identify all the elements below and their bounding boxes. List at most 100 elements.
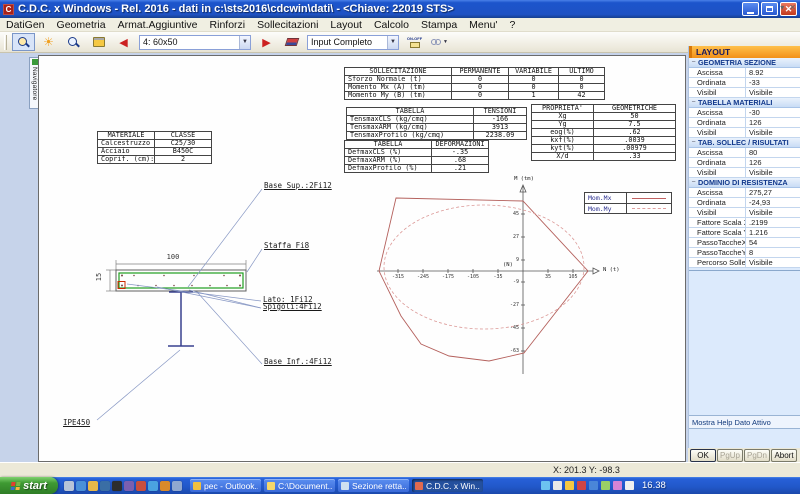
- menu-item[interactable]: Menu': [463, 18, 503, 32]
- quicklaunch-icon[interactable]: [100, 481, 110, 491]
- panel-section-header[interactable]: − TABELLA MATERIALI: [689, 98, 800, 108]
- chevron-down-icon[interactable]: ▼: [239, 36, 250, 49]
- menu-item[interactable]: DatiGen: [0, 18, 51, 32]
- toolbar-grip[interactable]: [4, 35, 7, 50]
- panel-property-row[interactable]: Fattore Scala X .2199: [689, 218, 800, 228]
- zoom-extents-button[interactable]: ☀: [37, 33, 60, 51]
- collapse-icon[interactable]: −: [689, 59, 698, 66]
- property-value[interactable]: .2199: [745, 218, 800, 227]
- property-value[interactable]: 126: [745, 158, 800, 167]
- quicklaunch-icon[interactable]: [76, 481, 86, 491]
- erase-button[interactable]: [280, 33, 303, 51]
- taskbar-window-button[interactable]: pec - Outlook...: [190, 479, 261, 492]
- property-value[interactable]: 8: [745, 248, 800, 257]
- tray-icon[interactable]: [553, 481, 562, 490]
- panel-property-row[interactable]: Ordinata -33: [689, 78, 800, 88]
- drawing-canvas[interactable]: SOLLECITAZIONEPERMANENTEVARIABILEULTIMO …: [38, 55, 686, 462]
- property-value[interactable]: 54: [745, 238, 800, 247]
- panel-section-header[interactable]: − DOMINIO DI RESISTENZA: [689, 178, 800, 188]
- tray-icon[interactable]: [601, 481, 610, 490]
- property-value[interactable]: Visibile: [745, 88, 800, 97]
- panel-property-row[interactable]: Ascissa 275,27: [689, 188, 800, 198]
- menu-item[interactable]: Armat.Aggiuntive: [112, 18, 204, 32]
- taskbar-window-button[interactable]: C:\Document...: [264, 479, 335, 492]
- property-value[interactable]: Visibile: [745, 128, 800, 137]
- menu-item[interactable]: Geometria: [51, 18, 112, 32]
- panel-property-row[interactable]: PassoTaccheX 54: [689, 238, 800, 248]
- quicklaunch-icon[interactable]: [64, 481, 74, 491]
- tray-icon[interactable]: [541, 481, 550, 490]
- property-value[interactable]: -33: [745, 78, 800, 87]
- panel-section-header[interactable]: − TAB. SOLLEC / RISULTATI: [689, 138, 800, 148]
- zoom-window-button[interactable]: [12, 33, 35, 51]
- panel-property-row[interactable]: Ordinata 126: [689, 118, 800, 128]
- panel-property-row[interactable]: Ascissa -30: [689, 108, 800, 118]
- quicklaunch-icon[interactable]: [88, 481, 98, 491]
- panel-button[interactable]: PgDn: [744, 449, 770, 462]
- menu-item[interactable]: Layout: [324, 18, 368, 32]
- panel-property-row[interactable]: Visibil Visibile: [689, 168, 800, 178]
- tray-icon[interactable]: [589, 481, 598, 490]
- menu-item[interactable]: Rinforzi: [204, 18, 252, 32]
- link-options-button[interactable]: ▼: [428, 33, 451, 51]
- panel-property-row[interactable]: Ordinata 126: [689, 158, 800, 168]
- input-mode-selector[interactable]: Input Completo ▼: [307, 35, 399, 50]
- restore-button[interactable]: [761, 2, 778, 16]
- property-value[interactable]: Visibile: [745, 168, 800, 177]
- toolbar-options-icon[interactable]: ▾: [780, 3, 784, 12]
- panel-section-header[interactable]: − GEOMETRIA SEZIONE: [689, 58, 800, 68]
- onoff-toggle-button[interactable]: ON-OFF: [403, 33, 426, 51]
- property-value[interactable]: Visibile: [745, 258, 800, 267]
- quicklaunch-icon[interactable]: [124, 481, 134, 491]
- menubar-close-icon[interactable]: ✕: [789, 3, 796, 12]
- quicklaunch-icon[interactable]: [160, 481, 170, 491]
- menu-item[interactable]: Stampa: [415, 18, 463, 32]
- property-value[interactable]: 126: [745, 118, 800, 127]
- property-value[interactable]: 80: [745, 148, 800, 157]
- collapse-icon[interactable]: −: [689, 139, 698, 146]
- chevron-down-icon[interactable]: ▼: [387, 36, 398, 49]
- previous-section-button[interactable]: ◀: [112, 33, 135, 51]
- minimize-button[interactable]: [742, 2, 759, 16]
- property-value[interactable]: 275,27: [745, 188, 800, 197]
- next-section-button[interactable]: ▶: [255, 33, 278, 51]
- collapse-icon[interactable]: −: [689, 99, 698, 106]
- panel-property-row[interactable]: Visibil Visibile: [689, 208, 800, 218]
- panel-property-row[interactable]: PassoTaccheY 8: [689, 248, 800, 258]
- zoom-dynamic-button[interactable]: [62, 33, 85, 51]
- quicklaunch-icon[interactable]: [172, 481, 182, 491]
- tray-icon[interactable]: [577, 481, 586, 490]
- panel-button[interactable]: OK: [690, 449, 716, 462]
- property-value[interactable]: 8.92: [745, 68, 800, 77]
- panel-button[interactable]: Abort: [771, 449, 797, 462]
- property-value[interactable]: -24,93: [745, 198, 800, 207]
- panel-property-row[interactable]: Ordinata -24,93: [689, 198, 800, 208]
- tray-icon[interactable]: [625, 481, 634, 490]
- property-value[interactable]: 1.216: [745, 228, 800, 237]
- panel-property-row[interactable]: Visibil Visibile: [689, 128, 800, 138]
- panel-property-row[interactable]: Visibil Visibile: [689, 88, 800, 98]
- property-value[interactable]: -30: [745, 108, 800, 117]
- collapse-icon[interactable]: −: [689, 179, 698, 186]
- taskbar-window-button[interactable]: C.D.C. x Win...: [412, 479, 483, 492]
- panel-property-row[interactable]: Percorso Sollec Visibile: [689, 258, 800, 268]
- taskbar-window-button[interactable]: Sezione retta...: [338, 479, 409, 492]
- menu-item[interactable]: Calcolo: [368, 18, 415, 32]
- section-selector[interactable]: 4: 60x50 ▼: [139, 35, 251, 50]
- help-bar[interactable]: Mostra Help Dato Attivo: [689, 415, 800, 429]
- quicklaunch-icon[interactable]: [136, 481, 146, 491]
- quicklaunch-icon[interactable]: [148, 481, 158, 491]
- plot-button[interactable]: [87, 33, 110, 51]
- property-value[interactable]: Visibile: [745, 208, 800, 217]
- quicklaunch-icon[interactable]: [112, 481, 122, 491]
- tray-icon[interactable]: [565, 481, 574, 490]
- menu-item[interactable]: ?: [503, 18, 521, 32]
- menu-item[interactable]: Sollecitazioni: [251, 18, 324, 32]
- property-label: Visibil: [689, 208, 745, 217]
- start-button[interactable]: start: [0, 477, 58, 494]
- panel-property-row[interactable]: Fattore Scala Y 1.216: [689, 228, 800, 238]
- tray-icon[interactable]: [613, 481, 622, 490]
- panel-property-row[interactable]: Ascissa 80: [689, 148, 800, 158]
- panel-button[interactable]: PgUp: [717, 449, 743, 462]
- panel-property-row[interactable]: Ascissa 8.92: [689, 68, 800, 78]
